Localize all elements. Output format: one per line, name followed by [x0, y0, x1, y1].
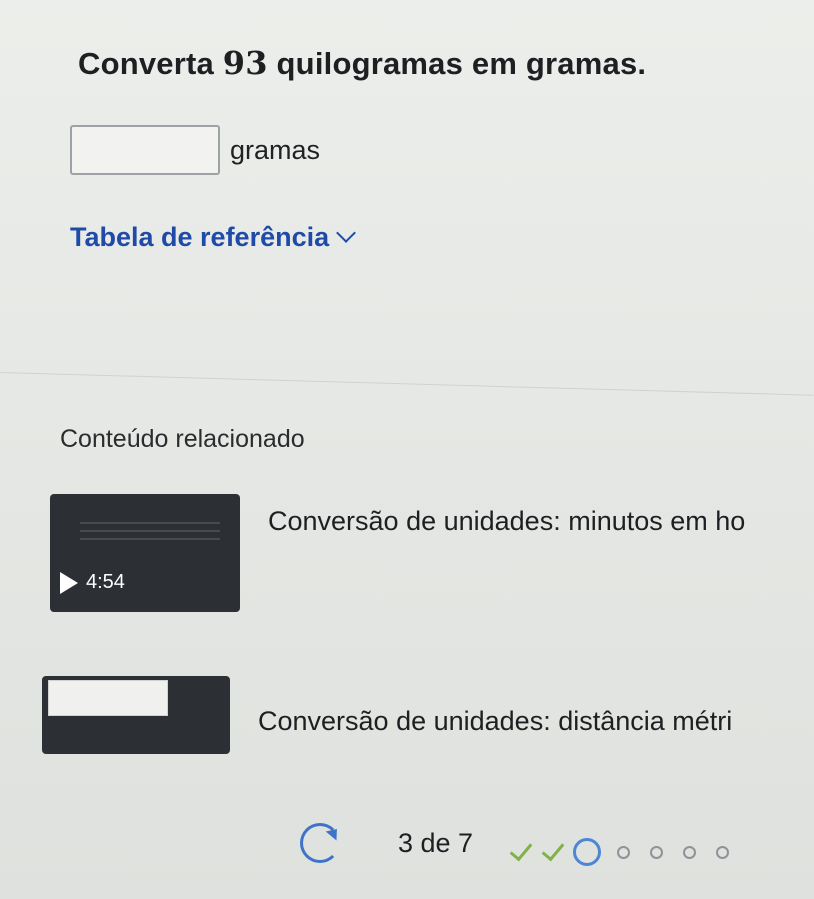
- video-title[interactable]: Conversão de unidades: minutos em ho: [268, 506, 745, 537]
- video-thumbnail[interactable]: 4:54: [50, 494, 240, 612]
- progress-dots: [509, 837, 749, 866]
- completed-check-icon: [541, 837, 565, 861]
- related-content-title: Conteúdo relacionado: [60, 425, 305, 453]
- video-title[interactable]: Conversão de unidades: distância métri: [258, 706, 732, 737]
- thumbnail-content: [48, 680, 168, 716]
- pending-step-dot: [617, 845, 631, 859]
- unit-label: gramas: [230, 134, 321, 165]
- pending-step-dot: [683, 845, 697, 859]
- chevron-down-icon: [336, 222, 357, 243]
- refresh-icon[interactable]: [300, 823, 340, 863]
- video-duration: 4:54: [60, 571, 125, 594]
- answer-row: gramas: [70, 122, 320, 178]
- exercise-page: Converta 93 quilogramas em gramas. grama…: [0, 0, 814, 899]
- reference-table-toggle[interactable]: Tabela de referência: [70, 222, 357, 253]
- video-thumbnail[interactable]: [42, 676, 230, 754]
- completed-check-icon: [509, 837, 533, 861]
- progress-footer: 3 de 7: [300, 820, 749, 866]
- reference-table-label: Tabela de referência: [70, 222, 330, 252]
- related-video-2[interactable]: Conversão de unidades: distância métri: [42, 676, 732, 754]
- progress-text: 3 de 7: [398, 827, 474, 858]
- duration-text: 4:54: [86, 571, 125, 593]
- question-prefix: Converta: [78, 46, 223, 81]
- pending-step-dot: [650, 845, 664, 859]
- related-video-1[interactable]: 4:54 Conversão de unidades: minutos em h…: [50, 494, 745, 612]
- divider: [0, 372, 814, 396]
- question-text: Converta 93 quilogramas em gramas.: [78, 44, 646, 82]
- question-number: 93: [222, 44, 268, 82]
- current-step-dot: [573, 838, 602, 866]
- play-icon: [60, 571, 78, 594]
- thumbnail-content: [80, 516, 220, 546]
- answer-input[interactable]: [70, 125, 220, 175]
- pending-step-dot: [716, 845, 730, 859]
- question-suffix: quilogramas em gramas.: [267, 46, 647, 81]
